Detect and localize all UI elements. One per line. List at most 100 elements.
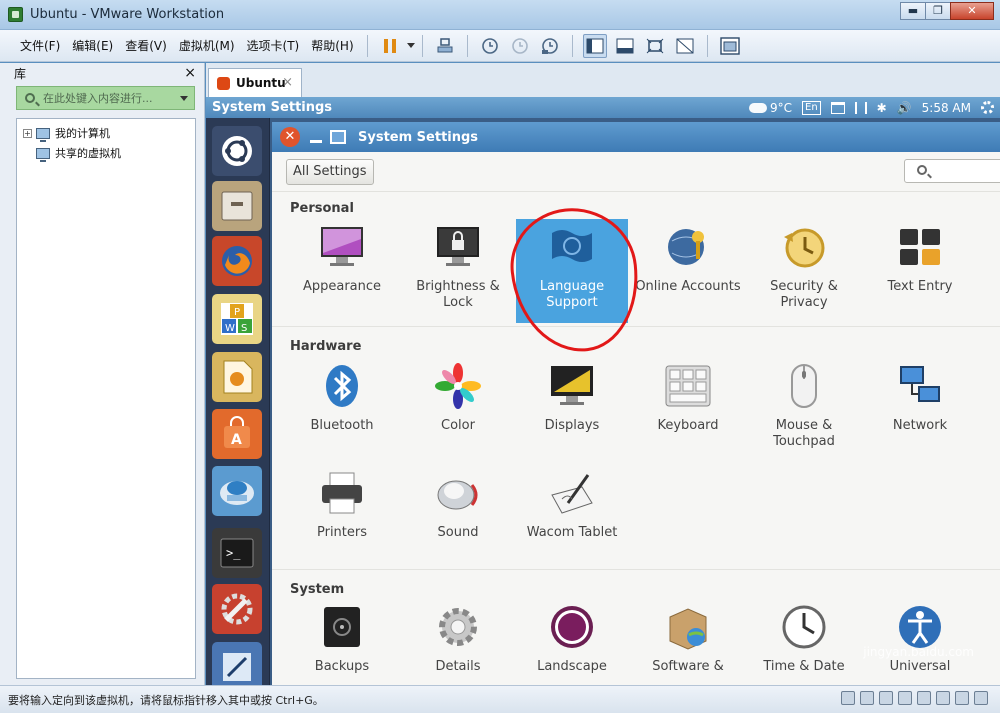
tile-security-privacy[interactable]: Security & Privacy <box>748 219 860 323</box>
session-gear-icon[interactable] <box>981 101 994 114</box>
send-ctrl-alt-del-button[interactable] <box>433 34 457 58</box>
launcher-remote-desktop[interactable] <box>212 466 262 516</box>
pause-button[interactable] <box>378 34 402 58</box>
tile-universal-access[interactable]: Universal <box>864 599 976 685</box>
tile-printers[interactable]: Printers <box>286 465 398 569</box>
tile-time-date[interactable]: Time & Date <box>748 599 860 685</box>
tab-close-button[interactable]: × <box>282 75 293 90</box>
tile-color[interactable]: Color <box>402 358 514 462</box>
menu-help[interactable]: 帮助(H) <box>305 37 359 54</box>
tile-mouse-touchpad[interactable]: Mouse & Touchpad <box>748 358 860 462</box>
launcher-dash[interactable] <box>212 126 262 176</box>
settings-search-input[interactable] <box>904 159 1000 183</box>
presentation-doc-icon <box>223 360 253 394</box>
settings-minimize-button[interactable] <box>310 139 322 143</box>
menu-view[interactable]: 查看(V) <box>119 37 173 54</box>
expand-icon[interactable]: + <box>23 128 32 138</box>
show-library-button[interactable] <box>582 33 607 58</box>
usb-icon[interactable] <box>917 691 931 705</box>
full-screen-button[interactable] <box>643 34 667 58</box>
thumbnail-view-button[interactable] <box>613 34 637 58</box>
pause-dropdown-icon[interactable] <box>406 43 415 48</box>
weather-indicator[interactable]: 9°C <box>748 101 792 115</box>
accessibility-icon <box>899 606 941 648</box>
menu-file[interactable]: 文件(F) <box>14 37 66 54</box>
tile-online-accounts[interactable]: Online Accounts <box>632 219 744 323</box>
network-computers-icon <box>900 366 940 402</box>
tile-details[interactable]: Details <box>402 599 514 685</box>
launcher-files[interactable] <box>212 181 262 231</box>
floppy-icon[interactable] <box>879 691 893 705</box>
unity-mode-button[interactable] <box>673 34 697 58</box>
window-title: Ubuntu - VMware Workstation <box>30 7 225 22</box>
tile-text-entry[interactable]: Text Entry <box>864 219 976 323</box>
tree-item-my-computer[interactable]: + 我的计算机 <box>17 123 195 143</box>
tile-wacom-tablet[interactable]: Wacom Tablet <box>516 465 628 569</box>
svg-text:A: A <box>231 432 242 448</box>
library-search-input[interactable]: 在此处键入内容进行... <box>16 86 195 110</box>
bluetooth-icon[interactable]: ✱ <box>877 101 887 115</box>
toolbar-separator <box>366 34 368 57</box>
hard-disk-icon[interactable] <box>841 691 855 705</box>
tile-label: Landscape <box>537 659 607 674</box>
menu-tabs[interactable]: 选项卡(T) <box>241 37 306 54</box>
launcher-presentation[interactable] <box>212 352 262 402</box>
launcher-screenshot[interactable] <box>212 642 262 685</box>
printer-device-icon[interactable] <box>955 691 969 705</box>
close-window-button[interactable]: ✕ <box>950 2 994 20</box>
tile-software-updates[interactable]: Software & <box>632 599 744 685</box>
tablet-pen-icon <box>551 474 593 514</box>
tile-sound[interactable]: Sound <box>402 465 514 569</box>
display-icon[interactable] <box>974 691 988 705</box>
section-divider <box>272 326 1000 327</box>
library-close-button[interactable]: × <box>184 65 196 81</box>
section-personal: Personal <box>290 201 354 216</box>
keyboard-layout-indicator[interactable]: En <box>802 100 821 115</box>
tile-keyboard[interactable]: Keyboard <box>632 358 744 462</box>
tile-displays[interactable]: Displays <box>516 358 628 462</box>
cd-dvd-icon[interactable] <box>860 691 874 705</box>
launcher-wps[interactable]: WSP <box>212 294 262 344</box>
menu-vm[interactable]: 虚拟机(M) <box>173 37 241 54</box>
console-view-button[interactable] <box>718 34 742 58</box>
firefox-icon <box>222 246 252 276</box>
watermark: jingyan.baidu.com <box>863 645 974 659</box>
all-settings-button[interactable]: All Settings <box>286 158 374 185</box>
tile-network[interactable]: Network <box>864 358 976 462</box>
tile-label: Time & Date <box>763 659 845 674</box>
launcher-software-center[interactable]: A <box>212 409 262 459</box>
search-dropdown-icon[interactable] <box>180 96 188 101</box>
shared-vm-icon <box>36 147 50 162</box>
tile-backups[interactable]: Backups <box>286 599 398 685</box>
tree-item-shared-vms[interactable]: 共享的虚拟机 <box>17 143 195 163</box>
tile-appearance[interactable]: Appearance <box>286 219 398 323</box>
maximize-button[interactable]: ❐ <box>925 2 951 20</box>
snapshot-manager-button[interactable] <box>538 34 562 58</box>
tile-brightness-lock[interactable]: Brightness & Lock <box>402 219 514 323</box>
tab-ubuntu[interactable]: Ubuntu × <box>208 68 302 97</box>
monitor-purple-icon <box>321 227 363 266</box>
ubuntu-top-panel: System Settings 9°C En ✱ 🔊 5:58 AM <box>206 97 1000 118</box>
sound-card-icon[interactable] <box>936 691 950 705</box>
revert-snapshot-button[interactable] <box>508 34 532 58</box>
unity-icon <box>676 38 694 53</box>
calendar-icon[interactable] <box>830 101 845 114</box>
launcher-system-settings[interactable] <box>212 584 262 634</box>
launcher-terminal[interactable]: >_ <box>212 528 262 578</box>
snapshot-button[interactable] <box>478 34 502 58</box>
tile-bluetooth[interactable]: Bluetooth <box>286 358 398 462</box>
printer-icon <box>322 472 362 514</box>
launcher-firefox[interactable] <box>212 236 262 286</box>
settings-close-button[interactable]: ✕ <box>280 127 300 147</box>
tile-landscape[interactable]: Landscape <box>516 599 628 685</box>
clock-indicator[interactable]: 5:58 AM <box>922 101 971 115</box>
settings-maximize-button[interactable] <box>330 130 346 144</box>
menu-edit[interactable]: 编辑(E) <box>66 37 119 54</box>
package-globe-icon <box>669 608 707 650</box>
volume-icon[interactable]: 🔊 <box>897 101 912 115</box>
network-adapter-icon[interactable] <box>898 691 912 705</box>
minimize-button[interactable]: ▬ <box>900 2 926 20</box>
tile-label: Online Accounts <box>635 279 741 294</box>
network-icon[interactable] <box>854 101 867 114</box>
guest-screen[interactable]: System Settings 9°C En ✱ 🔊 5:58 AM WSP A… <box>206 97 1000 685</box>
